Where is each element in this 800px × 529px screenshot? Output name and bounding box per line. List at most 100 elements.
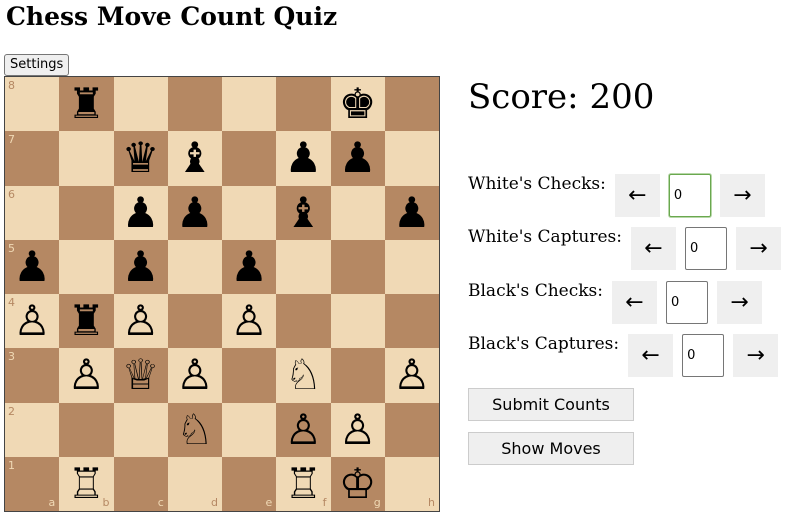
white-pawn-icon[interactable]: ♙ bbox=[385, 348, 439, 402]
black-pawn-icon[interactable]: ♟ bbox=[168, 186, 222, 240]
white-king-icon[interactable]: ♔ bbox=[331, 457, 385, 511]
square-f5[interactable] bbox=[276, 239, 331, 294]
square-g5[interactable] bbox=[330, 239, 385, 294]
square-f7[interactable]: ♟ bbox=[276, 131, 331, 186]
square-d8[interactable] bbox=[167, 77, 222, 132]
black-captures-input[interactable] bbox=[682, 333, 725, 377]
black-bishop-icon[interactable]: ♝ bbox=[168, 131, 222, 185]
square-h1[interactable]: h bbox=[384, 456, 439, 511]
white-checks-decrement-button[interactable]: ← bbox=[614, 173, 660, 217]
square-c3[interactable]: ♕ bbox=[113, 348, 168, 403]
square-d6[interactable]: ♟ bbox=[167, 185, 222, 240]
square-c2[interactable] bbox=[113, 402, 168, 457]
square-e1[interactable]: e bbox=[222, 456, 277, 511]
square-a6[interactable]: 6 bbox=[5, 185, 60, 240]
square-f8[interactable] bbox=[276, 77, 331, 132]
square-g7[interactable]: ♟ bbox=[330, 131, 385, 186]
white-pawn-icon[interactable]: ♙ bbox=[114, 294, 168, 348]
white-pawn-icon[interactable]: ♙ bbox=[5, 294, 59, 348]
square-c1[interactable]: c bbox=[113, 456, 168, 511]
black-pawn-icon[interactable]: ♟ bbox=[5, 240, 59, 294]
white-captures-increment-button[interactable]: → bbox=[736, 226, 781, 270]
black-pawn-icon[interactable]: ♟ bbox=[331, 131, 385, 185]
square-f4[interactable] bbox=[276, 294, 331, 349]
white-captures-decrement-button[interactable]: ← bbox=[631, 226, 676, 270]
square-c4[interactable]: ♙ bbox=[113, 294, 168, 349]
black-pawn-icon[interactable]: ♟ bbox=[276, 131, 330, 185]
square-f1[interactable]: f ♖ bbox=[276, 456, 331, 511]
white-captures-input[interactable] bbox=[685, 226, 727, 270]
square-b8[interactable]: ♜ bbox=[59, 77, 114, 132]
square-d1[interactable]: d bbox=[167, 456, 222, 511]
square-g8[interactable]: ♚ bbox=[330, 77, 385, 132]
square-g2[interactable]: ♙ bbox=[330, 402, 385, 457]
square-a7[interactable]: 7 bbox=[5, 131, 60, 186]
square-d5[interactable] bbox=[167, 239, 222, 294]
square-e6[interactable] bbox=[222, 185, 277, 240]
square-b6[interactable] bbox=[59, 185, 114, 240]
square-h3[interactable]: ♙ bbox=[384, 348, 439, 403]
square-e5[interactable]: ♟ bbox=[222, 239, 277, 294]
square-e3[interactable] bbox=[222, 348, 277, 403]
square-f2[interactable]: ♙ bbox=[276, 402, 331, 457]
square-h8[interactable] bbox=[384, 77, 439, 132]
black-king-icon[interactable]: ♚ bbox=[331, 77, 385, 131]
white-pawn-icon[interactable]: ♙ bbox=[331, 403, 385, 457]
square-h6[interactable]: ♟ bbox=[384, 185, 439, 240]
settings-button[interactable]: Settings bbox=[4, 54, 70, 76]
square-a4[interactable]: 4 ♙ bbox=[5, 294, 60, 349]
square-a8[interactable]: 8 bbox=[5, 77, 60, 132]
square-a3[interactable]: 3 bbox=[5, 348, 60, 403]
submit-counts-button[interactable]: Submit Counts bbox=[468, 388, 634, 421]
white-pawn-icon[interactable]: ♙ bbox=[276, 403, 330, 457]
square-f6[interactable]: ♝ bbox=[276, 185, 331, 240]
square-b7[interactable] bbox=[59, 131, 114, 186]
square-a1[interactable]: 1a bbox=[5, 456, 60, 511]
square-h5[interactable] bbox=[384, 239, 439, 294]
square-b2[interactable] bbox=[59, 402, 114, 457]
square-g6[interactable] bbox=[330, 185, 385, 240]
white-knight-icon[interactable]: ♘ bbox=[276, 348, 330, 402]
square-a5[interactable]: 5 ♟ bbox=[5, 239, 60, 294]
white-pawn-icon[interactable]: ♙ bbox=[168, 348, 222, 402]
white-pawn-icon[interactable]: ♙ bbox=[59, 348, 113, 402]
square-a2[interactable]: 2 bbox=[5, 402, 60, 457]
white-checks-increment-button[interactable]: → bbox=[719, 173, 765, 217]
white-knight-icon[interactable]: ♘ bbox=[168, 403, 222, 457]
square-g4[interactable] bbox=[330, 294, 385, 349]
black-rook-icon[interactable]: ♜ bbox=[59, 77, 113, 131]
square-h4[interactable] bbox=[384, 294, 439, 349]
white-checks-input[interactable] bbox=[668, 173, 711, 217]
square-f3[interactable]: ♘ bbox=[276, 348, 331, 403]
black-checks-input[interactable] bbox=[665, 280, 708, 324]
black-pawn-icon[interactable]: ♟ bbox=[114, 186, 168, 240]
black-queen-icon[interactable]: ♛ bbox=[114, 131, 168, 185]
square-d4[interactable] bbox=[167, 294, 222, 349]
square-e4[interactable]: ♙ bbox=[222, 294, 277, 349]
black-rook-icon[interactable]: ♜ bbox=[59, 294, 113, 348]
square-b4[interactable]: ♜ bbox=[59, 294, 114, 349]
show-moves-button[interactable]: Show Moves bbox=[468, 432, 634, 465]
black-pawn-icon[interactable]: ♟ bbox=[114, 240, 168, 294]
square-d3[interactable]: ♙ bbox=[167, 348, 222, 403]
square-b3[interactable]: ♙ bbox=[59, 348, 114, 403]
white-queen-icon[interactable]: ♕ bbox=[114, 348, 168, 402]
black-pawn-icon[interactable]: ♟ bbox=[222, 240, 276, 294]
black-checks-decrement-button[interactable]: ← bbox=[611, 280, 657, 324]
chess-board[interactable]: 8 ♜ ♚ 7 ♛ ♝ ♟ ♟ 6 ♟ ♟ ♝ ♟ 5 ♟ ♟ ♟ 4 ♙ ♜ ♙ ♙ 3 ♙ ♕ ♙ ♘ ♙ 2 ♘ ♙ ♙ 1 a b ♖ c d e f… bbox=[4, 76, 440, 512]
black-captures-decrement-button[interactable]: ← bbox=[628, 333, 674, 377]
square-d2[interactable]: ♘ bbox=[167, 402, 222, 457]
black-captures-increment-button[interactable]: → bbox=[733, 333, 779, 377]
square-b1[interactable]: b ♖ bbox=[59, 456, 114, 511]
white-rook-icon[interactable]: ♖ bbox=[276, 457, 330, 511]
square-e2[interactable] bbox=[222, 402, 277, 457]
square-g3[interactable] bbox=[330, 348, 385, 403]
black-bishop-icon[interactable]: ♝ bbox=[276, 186, 330, 240]
black-pawn-icon[interactable]: ♟ bbox=[385, 186, 439, 240]
white-pawn-icon[interactable]: ♙ bbox=[222, 294, 276, 348]
white-rook-icon[interactable]: ♖ bbox=[59, 457, 113, 511]
square-h2[interactable] bbox=[384, 402, 439, 457]
square-b5[interactable] bbox=[59, 239, 114, 294]
square-h7[interactable] bbox=[384, 131, 439, 186]
square-c7[interactable]: ♛ bbox=[113, 131, 168, 186]
